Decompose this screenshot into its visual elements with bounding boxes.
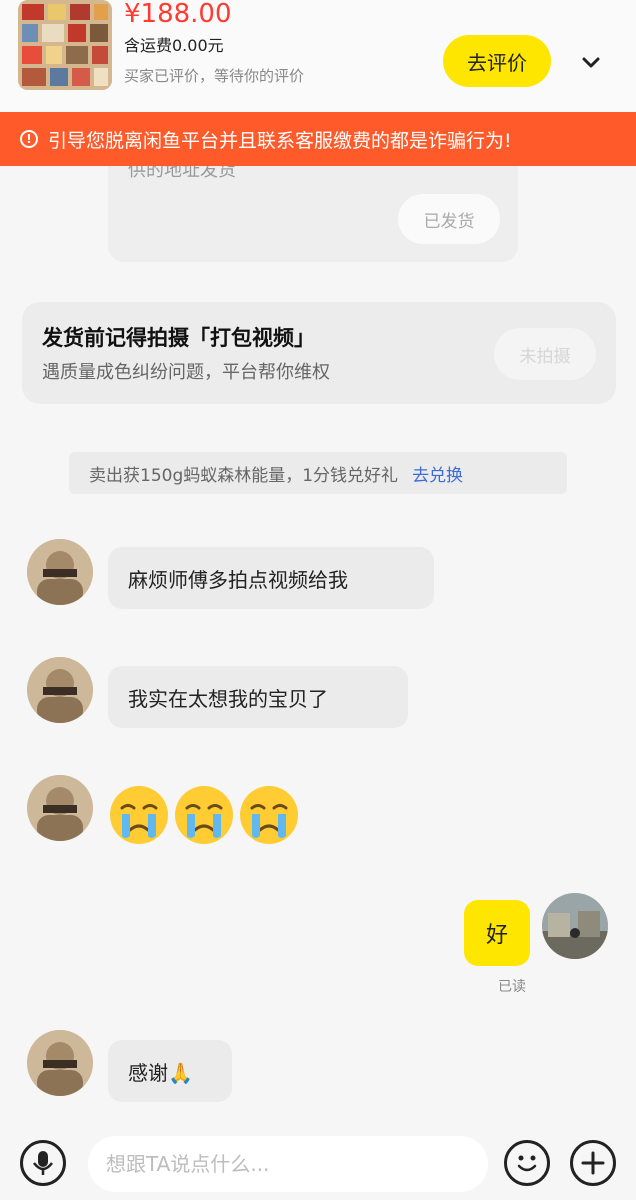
review-status: 买家已评价，等待你的评价: [124, 67, 305, 85]
fraud-warning-banner: ! 引导您脱离闲鱼平台并且联系客服缴费的都是诈骗行为!: [0, 112, 636, 166]
crying-face-emoji: [175, 786, 233, 844]
buyer-avatar[interactable]: [27, 657, 93, 723]
warning-text: 引导您脱离闲鱼平台并且联系客服缴费的都是诈骗行为!: [48, 129, 512, 152]
buyer-avatar[interactable]: [27, 775, 93, 841]
crying-face-emoji: [240, 786, 298, 844]
my-message-bubble: 好: [464, 900, 530, 966]
chat-input-bar: [0, 1132, 636, 1200]
order-header: ¥188.00 含运费0.00元 买家已评价，等待你的评价 去评价: [0, 0, 636, 112]
smiley-icon: [517, 1155, 537, 1172]
pack-video-title: 发货前记得拍摄「打包视频」: [42, 326, 315, 350]
message-input[interactable]: [88, 1136, 488, 1192]
message-bubble: 我实在太想我的宝贝了: [108, 666, 408, 728]
my-avatar[interactable]: [542, 893, 608, 959]
review-button[interactable]: 去评价: [443, 35, 551, 87]
plus-icon: [581, 1151, 605, 1175]
chevron-down-icon[interactable]: [580, 51, 602, 73]
energy-notice: 卖出获150g蚂蚁森林能量，1分钱兑好礼 去兑换: [69, 452, 567, 494]
redeem-link[interactable]: 去兑换: [412, 461, 463, 486]
pack-video-card: 发货前记得拍摄「打包视频」 遇质量成色纠纷问题，平台帮你维权 未拍摄: [22, 302, 616, 404]
more-button[interactable]: [570, 1140, 616, 1186]
read-receipt: 已读: [498, 979, 526, 995]
pack-video-subtitle: 遇质量成色纠纷问题，平台帮你维权: [42, 362, 330, 383]
buyer-avatar[interactable]: [27, 539, 93, 605]
voice-button[interactable]: [20, 1140, 66, 1186]
notice-text: 卖出获150g蚂蚁森林能量，1分钱兑好礼: [89, 465, 399, 486]
message-bubble: 感谢🙏: [108, 1040, 232, 1102]
message-bubble: 麻烦师傅多拍点视频给我: [108, 547, 434, 609]
product-price: ¥188.00: [124, 0, 232, 29]
shipped-button[interactable]: 已发货: [398, 194, 500, 244]
emoji-button[interactable]: [504, 1140, 550, 1186]
crying-face-emoji: [110, 786, 168, 844]
microphone-icon: [33, 1151, 53, 1175]
record-video-button[interactable]: 未拍摄: [494, 328, 596, 380]
shipping-fee: 含运费0.00元: [124, 36, 224, 55]
product-thumbnail[interactable]: [18, 0, 112, 90]
buyer-avatar[interactable]: [27, 1030, 93, 1096]
info-icon: !: [20, 130, 38, 148]
